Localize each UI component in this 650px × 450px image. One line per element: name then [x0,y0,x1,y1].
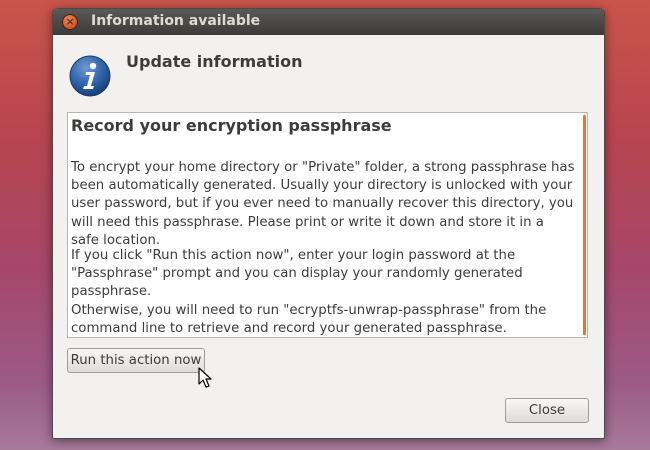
close-button[interactable]: Close [505,398,589,423]
paragraph: To encrypt your home directory or "Priva… [71,160,575,248]
window-title: Information available [91,13,261,29]
panel-heading: Record your encryption passphrase [71,116,392,135]
mouse-cursor-icon [198,367,212,388]
scrollbar[interactable] [583,115,586,335]
dialog-window: × Information available Update informati… [52,8,605,439]
header-title: Update information [126,52,303,71]
window-close-icon[interactable]: × [62,14,78,30]
info-icon [69,55,111,97]
run-action-button[interactable]: Run this action now [67,348,205,373]
paragraph: If you click "Run this action now", ente… [71,248,523,300]
titlebar: × Information available [53,9,604,35]
paragraph: Otherwise, you will need to run "ecryptf… [71,303,547,337]
info-text-panel[interactable]: Record your encryption passphrase To enc… [67,112,588,338]
